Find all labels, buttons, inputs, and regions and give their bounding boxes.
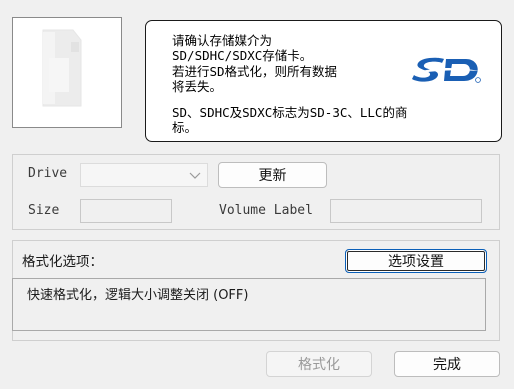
volume-label-label: Volume Label: [219, 203, 313, 218]
done-button[interactable]: 完成: [394, 351, 500, 377]
drive-select[interactable]: [80, 163, 208, 187]
format-options-title: 格式化选项：: [22, 254, 103, 270]
sd-logo-icon: [412, 57, 481, 83]
format-options-summary-box: 快速格式化，逻辑大小调整关闭 (OFF): [12, 278, 486, 331]
volume-label-field: [330, 199, 482, 223]
size-label: Size: [28, 203, 60, 218]
trademark-line-1: SD、SDHC及SDXC标志为SD-3C、LLC的商: [172, 105, 408, 120]
trademark-line-2: 标。: [172, 120, 198, 135]
sd-card-image-panel: [12, 17, 122, 128]
chevron-down-icon: [189, 172, 201, 179]
notice-line-3: 若进行SD格式化，则所有数据: [172, 64, 338, 79]
drive-label: Drive: [28, 166, 68, 181]
sd-card-icon: [42, 29, 82, 107]
format-options-summary: 快速格式化，逻辑大小调整关闭 (OFF): [27, 288, 249, 303]
refresh-button[interactable]: 更新: [218, 162, 327, 188]
notice-line-4: 将丢失。: [172, 79, 223, 94]
size-field: [80, 199, 172, 223]
sd-notice-box: 请确认存储媒介为 SD/SDHC/SDXC存储卡。 若进行SD格式化，则所有数据…: [145, 20, 502, 142]
option-settings-button[interactable]: 选项设置: [345, 249, 487, 273]
notice-line-2: SD/SDHC/SDXC存储卡。: [172, 48, 313, 63]
format-button[interactable]: 格式化: [266, 351, 372, 377]
notice-line-1: 请确认存储媒介为: [172, 33, 273, 48]
